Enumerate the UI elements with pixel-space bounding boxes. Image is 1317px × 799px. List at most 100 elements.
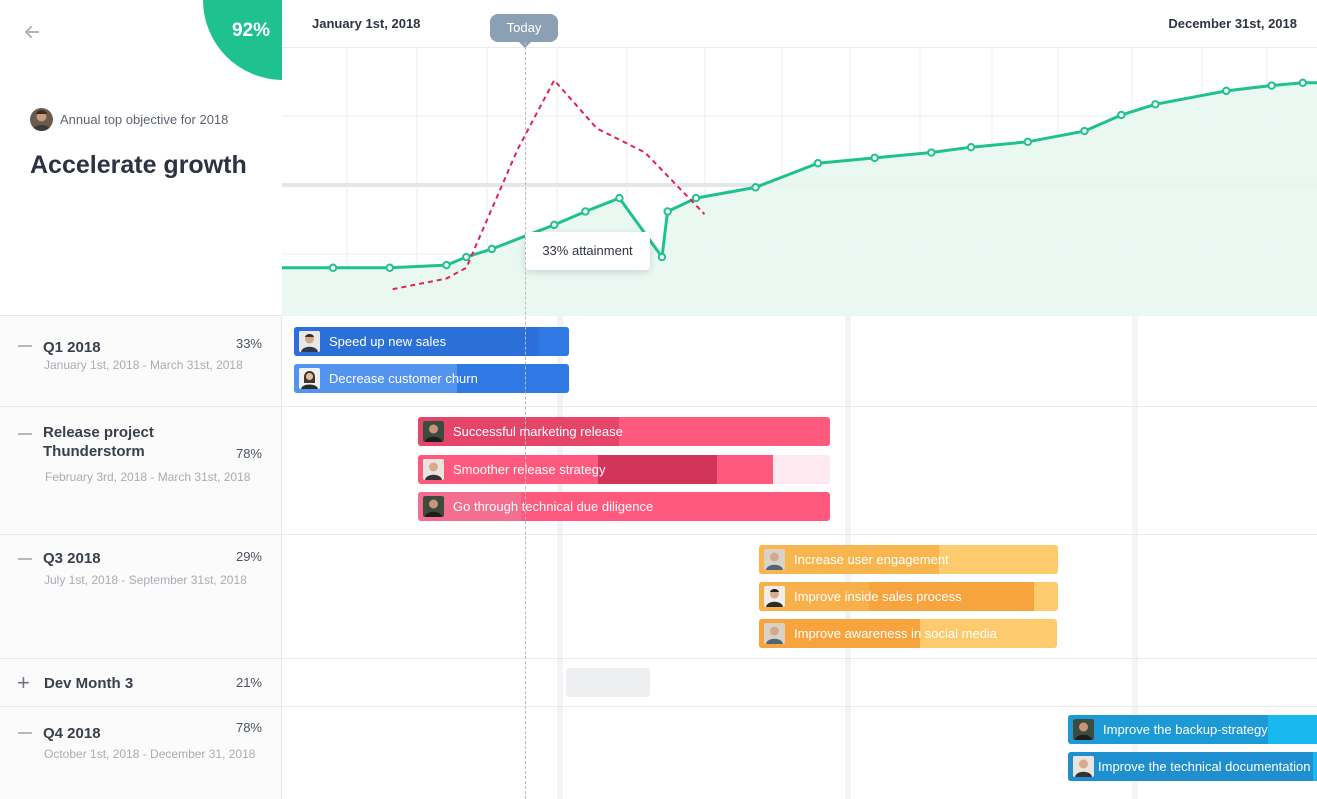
key-result-bar[interactable]: Increase user engagement xyxy=(759,545,1058,574)
data-point[interactable] xyxy=(927,148,936,157)
group-row-q3[interactable]: Q3 2018 29% July 1st, 2018 - September 3… xyxy=(0,535,282,659)
group-percent: 21% xyxy=(235,675,262,690)
avatar xyxy=(299,331,320,352)
avatar xyxy=(423,459,444,480)
key-result-bar[interactable]: Improve the technical documentation xyxy=(1068,752,1317,781)
key-result-label: Go through technical due diligence xyxy=(453,499,654,514)
data-point[interactable] xyxy=(751,183,760,192)
group-percent: 29% xyxy=(235,549,262,564)
collapsed-group-bar[interactable] xyxy=(566,668,650,697)
collapse-icon[interactable] xyxy=(18,558,32,560)
collapse-icon[interactable] xyxy=(18,345,32,347)
attainment-chart: 33% attainment xyxy=(282,48,1317,316)
data-point[interactable] xyxy=(1117,110,1126,120)
row-separator xyxy=(282,706,1317,707)
avatar[interactable] xyxy=(30,108,53,131)
group-row-release[interactable]: Release project Thunderstorm 78% Februar… xyxy=(0,407,282,535)
key-result-bar[interactable]: Improve inside sales process xyxy=(759,582,1058,611)
timeline-start-date: January 1st, 2018 xyxy=(312,16,421,31)
avatar xyxy=(764,586,785,607)
key-result-label: Speed up new sales xyxy=(329,334,447,349)
data-point[interactable] xyxy=(657,252,667,262)
collapse-icon[interactable] xyxy=(18,433,32,435)
avatar xyxy=(423,421,444,442)
key-result-label: Smoother release strategy xyxy=(453,462,606,477)
data-point[interactable] xyxy=(1298,78,1308,88)
today-line xyxy=(525,42,526,799)
data-point[interactable] xyxy=(487,244,497,254)
chart-canvas xyxy=(282,48,1317,316)
row-separator xyxy=(282,406,1317,407)
group-row-q1[interactable]: Q1 2018 33% January 1st, 2018 - March 31… xyxy=(0,316,282,407)
objective-sidebar: 92% Annual top objective for 2018 Accele… xyxy=(0,0,282,799)
objective-owner-label: Annual top objective for 2018 xyxy=(60,112,229,127)
avatar xyxy=(1073,719,1094,740)
key-result-label: Decrease customer churn xyxy=(329,371,478,386)
data-point[interactable] xyxy=(1151,100,1160,109)
group-title: Q4 2018 xyxy=(43,725,101,742)
avatar xyxy=(1073,756,1094,777)
data-point[interactable] xyxy=(615,193,624,203)
data-point[interactable] xyxy=(442,260,451,270)
data-point[interactable] xyxy=(691,193,701,203)
collapse-icon[interactable] xyxy=(18,732,32,734)
key-result-bar[interactable]: Speed up new sales xyxy=(294,327,569,356)
data-point[interactable] xyxy=(1222,86,1231,96)
timeline-bars: Speed up new sales Decrease customer chu… xyxy=(282,316,1317,799)
key-result-label: Improve the technical documentation xyxy=(1098,759,1311,774)
row-separator xyxy=(282,534,1317,535)
key-result-bar[interactable]: Go through technical due diligence xyxy=(418,492,830,521)
data-point[interactable] xyxy=(385,263,394,272)
key-result-bar[interactable]: Decrease customer churn xyxy=(294,364,569,393)
data-point[interactable] xyxy=(328,263,338,272)
key-result-label: Improve awareness in social media xyxy=(794,626,998,641)
key-result-label: Improve inside sales process xyxy=(794,589,962,604)
attainment-tooltip: 33% attainment xyxy=(525,232,650,270)
group-percent: 78% xyxy=(235,720,262,735)
objective-header: 92% Annual top objective for 2018 Accele… xyxy=(0,0,282,316)
group-title: Q3 2018 xyxy=(43,550,101,567)
avatar xyxy=(299,368,320,389)
key-result-bar[interactable]: Successful marketing release xyxy=(418,417,830,446)
arrow-left-icon[interactable] xyxy=(22,22,42,42)
group-percent: 33% xyxy=(235,336,262,351)
group-title: Q1 2018 xyxy=(43,339,101,356)
key-result-bar[interactable]: Improve awareness in social media xyxy=(759,619,1057,648)
group-title: Dev Month 3 xyxy=(44,675,134,692)
group-dates: January 1st, 2018 - March 31st, 2018 xyxy=(44,358,243,372)
group-title: Release project Thunderstorm xyxy=(43,424,154,460)
data-point[interactable] xyxy=(1267,81,1276,90)
expand-icon[interactable]: + xyxy=(17,672,30,694)
data-point[interactable] xyxy=(813,159,823,168)
group-row-dev-month[interactable]: + Dev Month 3 21% xyxy=(0,659,282,707)
today-badge[interactable]: Today xyxy=(490,14,558,48)
progress-percent: 92% xyxy=(231,20,271,41)
data-point[interactable] xyxy=(462,252,471,262)
avatar xyxy=(423,496,444,517)
data-point[interactable] xyxy=(550,220,559,230)
key-result-bar[interactable]: Improve the backup-strategy xyxy=(1068,715,1317,744)
data-point[interactable] xyxy=(663,207,672,216)
data-point[interactable] xyxy=(1080,126,1089,136)
data-point[interactable] xyxy=(581,207,590,216)
timeline-header: January 1st, 2018 Today December 31st, 2… xyxy=(282,0,1317,48)
key-result-bar[interactable]: Smoother release strategy xyxy=(418,455,830,484)
page-title: Accelerate growth xyxy=(30,151,247,179)
group-row-q4[interactable]: Q4 2018 78% October 1st, 2018 - December… xyxy=(0,707,282,799)
group-dates: July 1st, 2018 - September 31st, 2018 xyxy=(44,573,247,587)
progress-fill xyxy=(539,327,569,356)
avatar xyxy=(764,623,785,644)
group-dates: February 3rd, 2018 - March 31st, 2018 xyxy=(45,470,251,484)
data-point[interactable] xyxy=(870,153,879,163)
row-separator xyxy=(282,658,1317,659)
group-percent: 78% xyxy=(235,446,262,461)
key-result-label: Improve the backup-strategy xyxy=(1103,722,1268,737)
progress-fill xyxy=(598,455,717,484)
group-dates: October 1st, 2018 - December 31, 2018 xyxy=(44,747,256,761)
data-point[interactable] xyxy=(966,142,976,152)
data-point[interactable] xyxy=(1023,137,1032,147)
timeline-end-date: December 31st, 2018 xyxy=(1168,16,1297,31)
key-result-label: Increase user engagement xyxy=(794,552,949,567)
avatar xyxy=(764,549,785,570)
key-result-label: Successful marketing release xyxy=(453,424,623,439)
